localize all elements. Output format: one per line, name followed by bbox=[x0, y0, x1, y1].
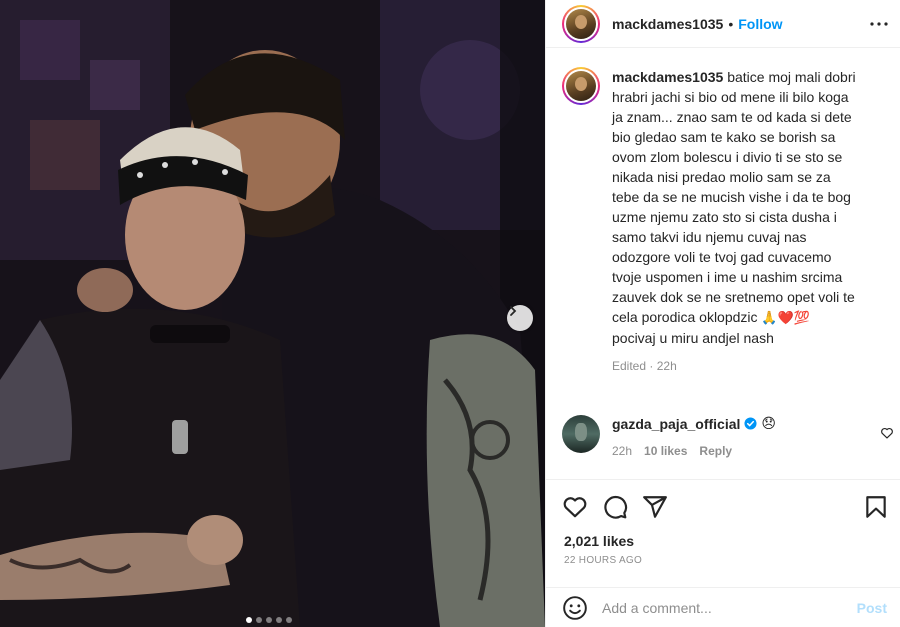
comment-time[interactable]: 22h bbox=[612, 444, 632, 458]
carousel-dot bbox=[276, 617, 282, 623]
share-send-icon[interactable] bbox=[642, 494, 668, 520]
like-heart-icon[interactable] bbox=[562, 494, 588, 520]
post-caption: mackdames1035 batice moj mali dobri hrab… bbox=[562, 67, 857, 376]
comment-text: 😞 bbox=[761, 415, 776, 431]
comment-reply-button[interactable]: Reply bbox=[699, 444, 732, 458]
post-comment-button[interactable]: Post bbox=[857, 600, 887, 616]
carousel-dot bbox=[286, 617, 292, 623]
chevron-right-icon bbox=[510, 306, 517, 316]
comments-area[interactable]: mackdames1035 batice moj mali dobri hrab… bbox=[546, 49, 900, 479]
save-bookmark-icon[interactable] bbox=[863, 494, 889, 520]
comment-input[interactable] bbox=[602, 599, 832, 616]
author-avatar[interactable] bbox=[562, 4, 600, 43]
caption-emojis: 🙏❤️💯 bbox=[761, 310, 810, 325]
author-username[interactable]: mackdames1035 bbox=[612, 16, 723, 32]
edited-label: Edited bbox=[612, 359, 647, 373]
caption-username[interactable]: mackdames1035 bbox=[612, 69, 723, 85]
post-header: mackdames1035 • Follow bbox=[546, 0, 900, 48]
follow-button[interactable]: Follow bbox=[738, 16, 782, 32]
carousel-indicators bbox=[246, 617, 292, 623]
carousel-dot bbox=[266, 617, 272, 623]
caption-avatar[interactable] bbox=[562, 67, 600, 105]
commenter-avatar[interactable] bbox=[562, 415, 600, 453]
like-comment-heart-icon[interactable] bbox=[880, 426, 894, 440]
photo-illustration bbox=[0, 0, 545, 627]
caption-text: batice moj mali dobri hrabri jachi si bi… bbox=[612, 69, 856, 325]
caption-meta: Edited · 22h bbox=[612, 356, 857, 376]
caption-text-after: pocivaj u miru andjel nash bbox=[612, 330, 774, 346]
edited-separator: · bbox=[649, 359, 654, 373]
post-time-ago[interactable]: 22 HOURS AGO bbox=[564, 555, 642, 566]
comment-likes[interactable]: 10 likes bbox=[644, 444, 687, 458]
likes-count[interactable]: 2,021 likes bbox=[564, 533, 634, 549]
next-photo-button[interactable] bbox=[507, 305, 533, 331]
edited-time: 22h bbox=[656, 359, 677, 373]
post-photo[interactable] bbox=[0, 0, 545, 627]
post-side-panel: mackdames1035 • Follow mackdames1035 bat… bbox=[545, 0, 900, 627]
add-comment-bar: Post bbox=[546, 587, 900, 627]
emoji-smile-icon[interactable] bbox=[562, 595, 588, 621]
comment-bubble-icon[interactable] bbox=[602, 494, 628, 520]
carousel-dot bbox=[256, 617, 262, 623]
verified-badge-icon bbox=[744, 417, 757, 430]
carousel-dot bbox=[246, 617, 252, 623]
more-horizontal-icon[interactable] bbox=[867, 12, 891, 36]
comment-item: gazda_paja_official 😞 22h 10 likes Reply bbox=[562, 415, 892, 458]
commenter-username[interactable]: gazda_paja_official bbox=[612, 416, 740, 432]
post-actions: 2,021 likes 22 HOURS AGO bbox=[546, 479, 900, 587]
separator-dot: • bbox=[728, 15, 734, 32]
